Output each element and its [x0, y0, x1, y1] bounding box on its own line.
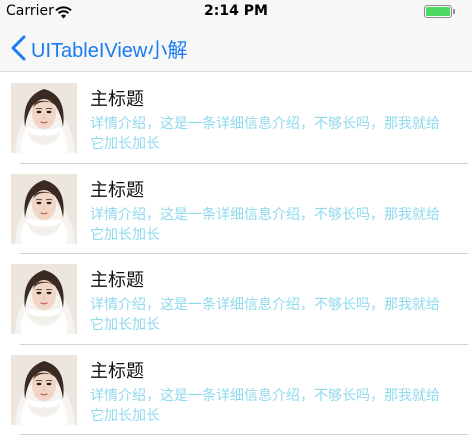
chevron-left-icon	[11, 35, 26, 61]
status-time: 2:14 PM	[204, 3, 268, 19]
back-button[interactable]: UITableIView小解	[10, 34, 187, 62]
cell-title: 主标题	[90, 179, 144, 201]
cell-detail: 详情介绍，这是一条详细信息介绍，不够长吗，那我就给它加长加长	[90, 206, 440, 243]
table-row[interactable]: 主标题 详情介绍，这是一条详细信息介绍，不够长吗，那我就给它加长加长	[0, 254, 472, 345]
cell-detail: 详情介绍，这是一条详细信息介绍，不够长吗，那我就给它加长加长	[90, 387, 440, 424]
navigation-bar: UITableIView小解	[0, 22, 472, 72]
cell-detail: 详情介绍，这是一条详细信息介绍，不够长吗，那我就给它加长加长	[90, 297, 440, 333]
portrait-image	[11, 354, 77, 425]
row-separator	[20, 434, 468, 435]
status-bar: Carrier 2:14 PM	[0, 0, 472, 22]
cell-title: 主标题	[90, 360, 144, 382]
portrait-image	[11, 264, 77, 334]
table-row[interactable]: 主标题 详情介绍，这是一条详细信息介绍，不够长吗，那我就给它加长加长	[0, 73, 472, 164]
portrait-image	[11, 173, 77, 244]
table-view[interactable]: 主标题 详情介绍，这是一条详细信息介绍，不够长吗，那我就给它加长加长 主标题 详…	[0, 73, 472, 435]
table-row[interactable]: 主标题 详情介绍，这是一条详细信息介绍，不够长吗，那我就给它加长加长	[0, 344, 472, 435]
back-label: UITableIView小解	[31, 39, 188, 62]
battery-icon	[424, 5, 452, 18]
portrait-image	[11, 83, 77, 153]
battery-tip	[453, 9, 455, 14]
cell-detail: 详情介绍，这是一条详细信息介绍，不够长吗，那我就给它加长加长	[90, 116, 440, 152]
cell-title: 主标题	[90, 89, 144, 110]
cell-title: 主标题	[90, 270, 144, 291]
table-row[interactable]: 主标题 详情介绍，这是一条详细信息介绍，不够长吗，那我就给它加长加长	[0, 163, 472, 254]
